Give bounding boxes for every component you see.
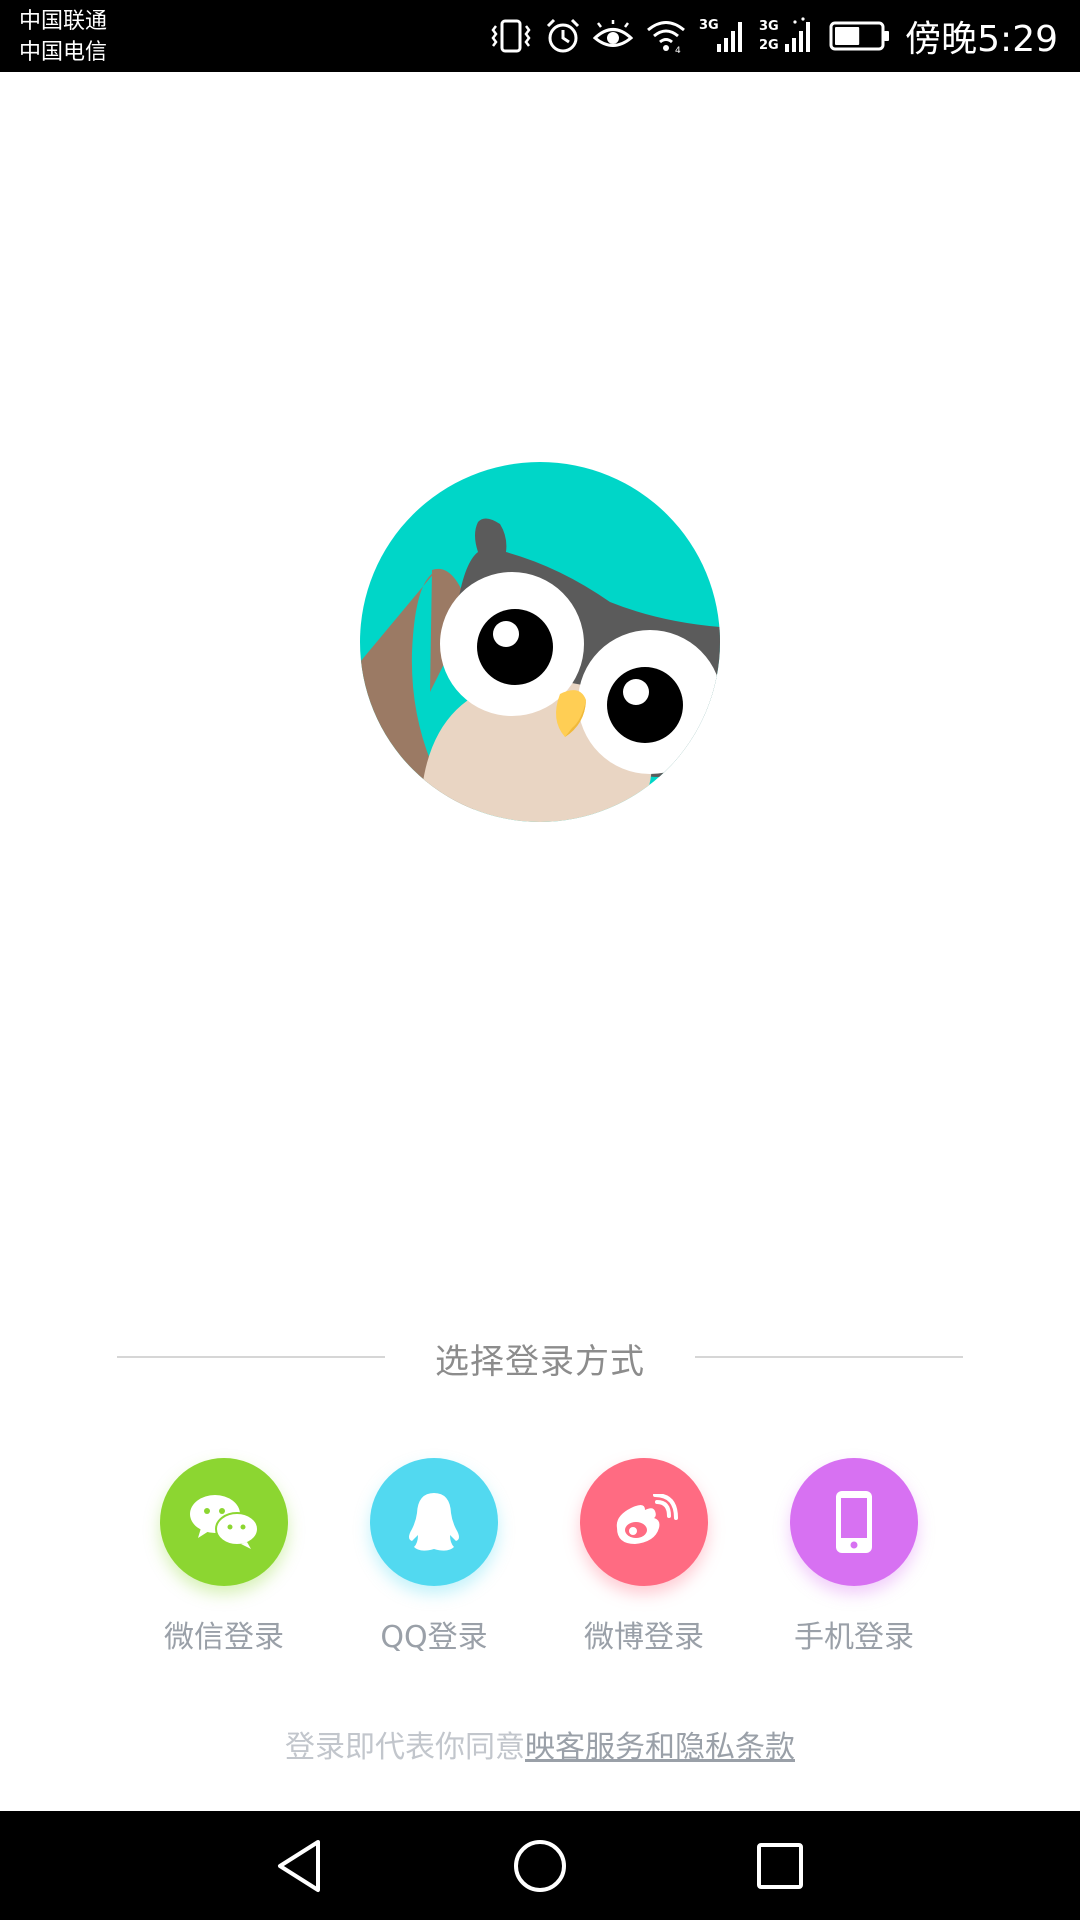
carrier-2: 中国电信 bbox=[19, 40, 108, 65]
wechat-login-button[interactable]: 微信登录 bbox=[114, 1458, 334, 1658]
login-screen: 中国联通 中国电信 4 3G 3G 2G 傍晚5:29 选择登录方式 微信登录 … bbox=[0, 0, 1080, 1920]
signal-3g-icon: 3G bbox=[699, 16, 747, 56]
wechat-icon bbox=[190, 1495, 259, 1549]
carrier-info: 中国联通 中国电信 bbox=[19, 6, 107, 68]
owl-logo-icon bbox=[360, 462, 720, 822]
battery-icon bbox=[829, 19, 891, 53]
divider-right bbox=[695, 1356, 963, 1358]
status-bar: 中国联通 中国电信 4 3G 3G 2G 傍晚5:29 bbox=[0, 0, 1080, 72]
back-icon bbox=[278, 1840, 320, 1892]
eye-icon bbox=[593, 19, 634, 53]
section-title: 选择登录方式 bbox=[435, 1342, 645, 1382]
wifi-icon: 4 bbox=[645, 18, 687, 54]
alarm-icon bbox=[545, 17, 581, 55]
terms-link[interactable]: 映客服务和隐私条款 bbox=[525, 1730, 795, 1765]
phone-icon bbox=[836, 1491, 872, 1553]
vibrate-icon bbox=[489, 16, 533, 56]
back-button[interactable] bbox=[265, 1831, 335, 1901]
svg-text:3G: 3G bbox=[699, 18, 719, 33]
signal-3g-2g-icon: 3G 2G bbox=[759, 16, 817, 56]
qq-icon bbox=[409, 1493, 459, 1551]
weibo-login-circle[interactable] bbox=[580, 1458, 708, 1586]
phone-login-button[interactable]: 手机登录 bbox=[744, 1458, 964, 1658]
home-icon bbox=[514, 1840, 566, 1892]
recents-icon bbox=[757, 1843, 803, 1889]
weibo-login-button[interactable]: 微博登录 bbox=[534, 1458, 754, 1658]
recents-button[interactable] bbox=[745, 1831, 815, 1901]
divider-left bbox=[117, 1356, 385, 1358]
wechat-login-circle[interactable] bbox=[160, 1458, 288, 1586]
svg-text:3G: 3G bbox=[759, 19, 779, 34]
clock: 傍晚5:29 bbox=[905, 19, 1058, 60]
app-logo bbox=[360, 462, 720, 822]
phone-login-label: 手机登录 bbox=[794, 1620, 914, 1655]
navigation-bar bbox=[0, 1811, 1080, 1920]
carrier-1: 中国联通 bbox=[19, 9, 108, 34]
qq-login-circle[interactable] bbox=[370, 1458, 498, 1586]
home-button[interactable] bbox=[505, 1831, 575, 1901]
qq-login-button[interactable]: QQ登录 bbox=[324, 1458, 544, 1658]
svg-text:2G: 2G bbox=[759, 38, 779, 53]
phone-login-circle[interactable] bbox=[790, 1458, 918, 1586]
login-method-header: 选择登录方式 bbox=[0, 1330, 1080, 1390]
weibo-icon bbox=[616, 1494, 678, 1544]
weibo-login-label: 微博登录 bbox=[584, 1620, 704, 1655]
status-icons: 4 3G 3G 2G 傍晚5:29 bbox=[477, 0, 1058, 72]
agreement-prefix: 登录即代表你同意 bbox=[285, 1730, 525, 1765]
agreement-text: 登录即代表你同意映客服务和隐私条款 bbox=[0, 1722, 1080, 1766]
qq-login-label: QQ登录 bbox=[380, 1620, 488, 1655]
svg-text:4: 4 bbox=[675, 46, 681, 54]
wechat-login-label: 微信登录 bbox=[164, 1620, 284, 1655]
